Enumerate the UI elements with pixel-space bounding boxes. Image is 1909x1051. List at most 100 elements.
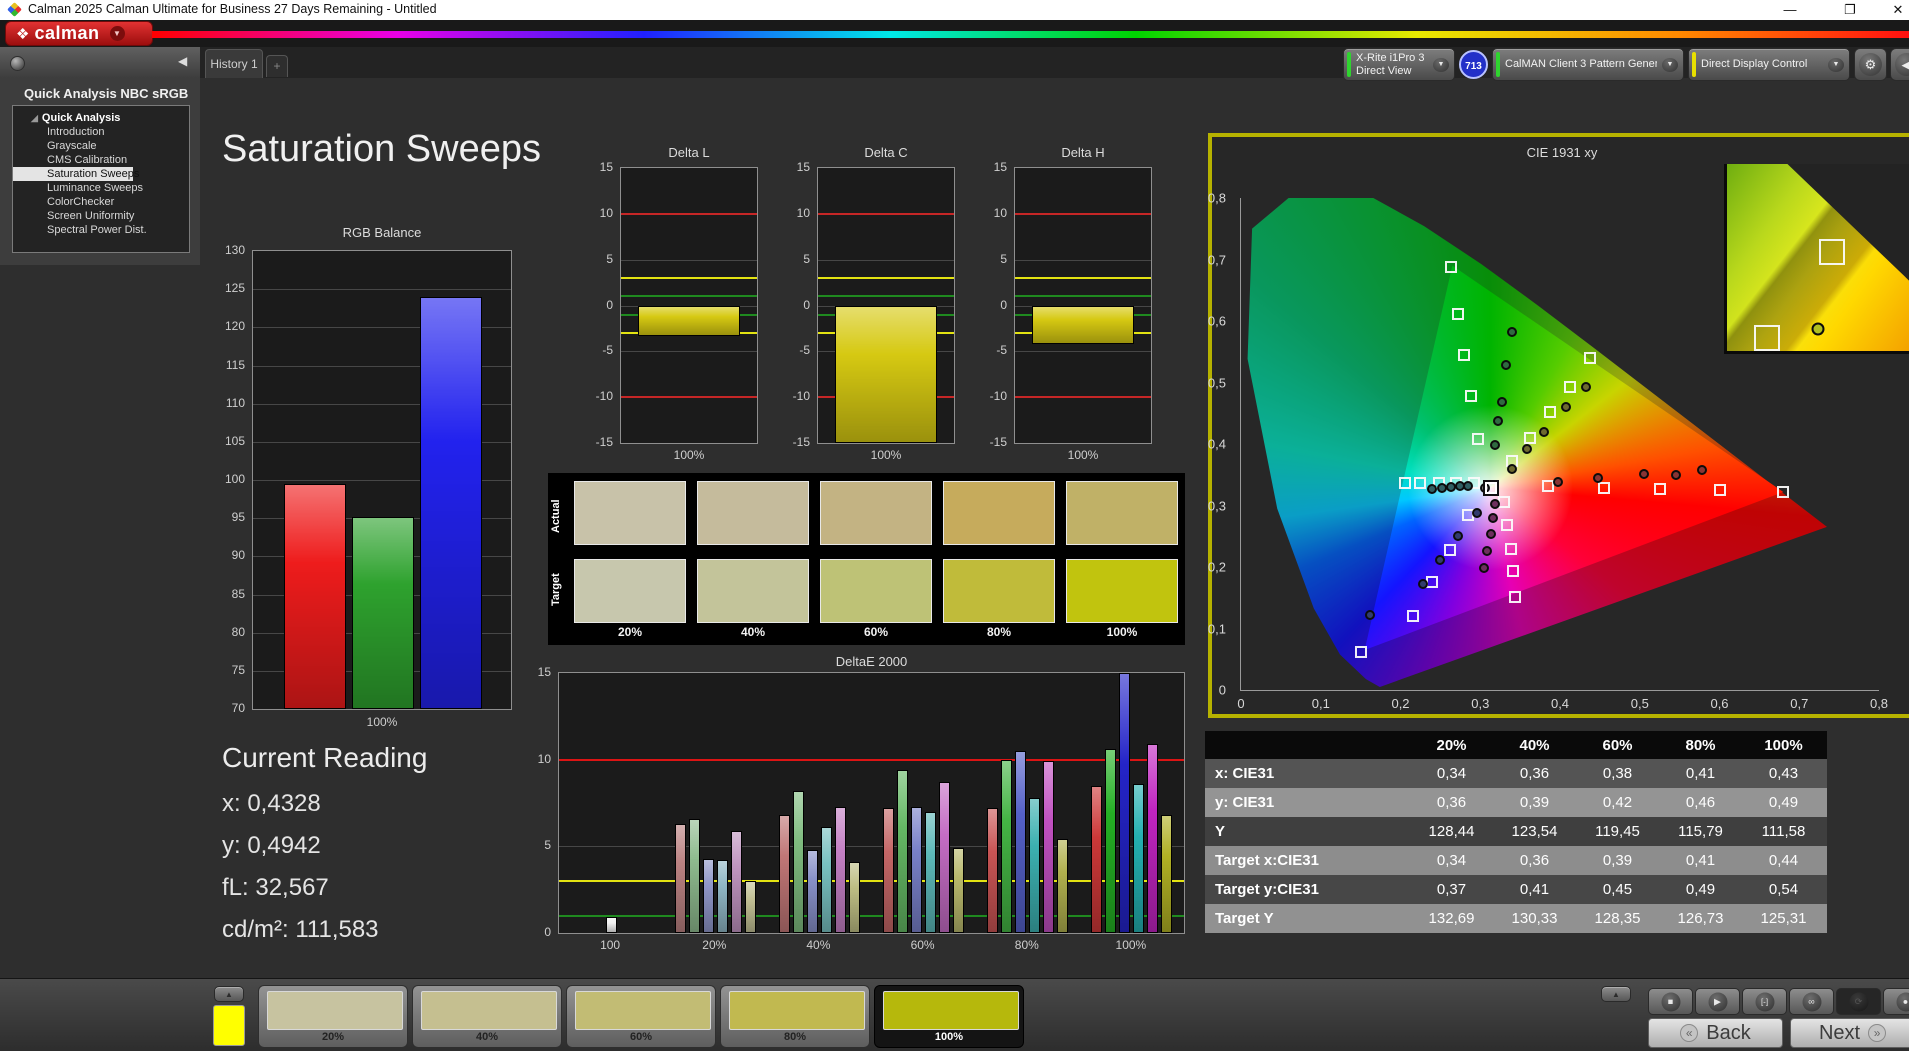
chart-bar — [745, 881, 756, 933]
play-button[interactable]: ▶ — [1695, 988, 1740, 1015]
cie-inset-target-marker — [1819, 239, 1845, 265]
sidebar-header: ◀ — [0, 47, 200, 78]
y-tick-label: 75 — [232, 663, 245, 677]
cie-y-tick-label: 0,1 — [1208, 621, 1226, 636]
chart-bar — [953, 848, 964, 933]
y-axis-labels: -15-10-5051015 — [578, 167, 618, 444]
settings-button[interactable]: ⚙ — [1854, 48, 1887, 81]
pattern-level-button-100%[interactable]: 100% — [874, 985, 1024, 1048]
chart-bar — [807, 850, 818, 933]
calman-menu-button[interactable]: ❖ calman ▼ — [5, 21, 153, 46]
reference-line — [559, 915, 1184, 917]
table-row-label: Target Y — [1205, 910, 1410, 927]
table-column-header: 20% — [1410, 737, 1493, 754]
close-button[interactable]: ✕ — [1878, 0, 1909, 20]
sidebar-item-cms-calibration[interactable]: CMS Calibration — [13, 153, 189, 167]
add-tab-button[interactable]: + — [266, 55, 288, 77]
sidebar-item-grayscale[interactable]: Grayscale — [13, 139, 189, 153]
pattern-level-button-20%[interactable]: 20% — [258, 985, 408, 1048]
cie-y-tick-label: 0,6 — [1208, 314, 1226, 329]
cie-target-marker-green — [1445, 261, 1457, 273]
single-measure-button[interactable]: [-] — [1742, 988, 1787, 1015]
sidebar-item-luminance-sweeps[interactable]: Luminance Sweeps — [13, 181, 189, 195]
actual-swatch-80% — [943, 481, 1055, 545]
deltae-group-label: 80% — [975, 938, 1079, 952]
y-axis-labels: -15-10-5051015 — [775, 167, 815, 444]
gridline — [621, 260, 757, 261]
display-control-dropdown[interactable]: Direct Display Control ▼ — [1688, 48, 1850, 81]
cie-y-tick-label: 0,7 — [1208, 252, 1226, 267]
panel-collapse-button[interactable]: ◀ — [1890, 48, 1909, 81]
table-cell: 0,41 — [1493, 881, 1576, 898]
workflow-radio-button[interactable] — [10, 56, 25, 71]
cie-target-marker-blue — [1407, 610, 1419, 622]
cie-target-marker-blue — [1426, 576, 1438, 588]
y-tick-label: 125 — [225, 281, 245, 295]
maximize-button[interactable]: ❐ — [1830, 0, 1870, 20]
meter-dropdown[interactable]: X-Rite i1Pro 3 Direct View ▼ — [1343, 48, 1455, 81]
meter-count-badge[interactable]: 713 — [1459, 50, 1488, 79]
x-axis-label: 100% — [1014, 448, 1152, 462]
logo-row: ❖ calman ▼ — [0, 20, 1909, 47]
back-button[interactable]: « Back — [1648, 1018, 1783, 1048]
minimize-button[interactable]: — — [1770, 0, 1810, 20]
cie-target-marker-yellow — [1584, 352, 1596, 364]
chart-bar — [703, 859, 714, 934]
stop-button[interactable]: ■ — [1648, 988, 1693, 1015]
read-button[interactable]: ● — [1883, 988, 1909, 1015]
patch-popup-button[interactable]: ▲ — [214, 986, 244, 1002]
cie-measured-marker-blue — [1418, 579, 1428, 589]
sidebar-item-colorchecker[interactable]: ColorChecker — [13, 195, 189, 209]
cie-y-tick-label: 0,3 — [1208, 498, 1226, 513]
chart-bar — [675, 824, 686, 933]
chart-bar — [1043, 761, 1054, 933]
reference-line — [1015, 213, 1151, 215]
cie-target-marker-blue — [1444, 544, 1456, 556]
reference-line — [818, 277, 954, 279]
cie-x-tick-label: 0,8 — [1870, 696, 1888, 711]
cie-target-marker-magenta — [1509, 591, 1521, 603]
calman-menu-chevron-icon: ▼ — [110, 26, 125, 41]
current-patch-swatch[interactable] — [213, 1005, 245, 1046]
cie-target-marker-cyan — [1399, 477, 1411, 489]
continuous-measure-button[interactable]: ∞ — [1789, 988, 1834, 1015]
pattern-level-swatch — [575, 991, 711, 1030]
sidebar-item-spectral-power-dist[interactable]: Spectral Power Dist. — [13, 223, 189, 237]
cie-target-marker-magenta — [1507, 565, 1519, 577]
sync-icon: ⟳ — [1849, 992, 1868, 1011]
table-cell: 0,39 — [1493, 794, 1576, 811]
sidebar-item-screen-uniformity[interactable]: Screen Uniformity — [13, 209, 189, 223]
page-title: Saturation Sweeps — [222, 128, 541, 171]
cie-measured-marker-cyan — [1427, 484, 1437, 494]
pattern-level-button-40%[interactable]: 40% — [412, 985, 562, 1048]
chart-bar — [793, 791, 804, 933]
pattern-generator-dropdown[interactable]: CalMAN Client 3 Pattern Generator ▼ — [1492, 48, 1684, 81]
cie-target-marker-magenta — [1501, 519, 1513, 531]
table-header-row: 20%40%60%80%100% — [1205, 731, 1827, 759]
table-cell: 130,33 — [1493, 910, 1576, 927]
sidebar-item-saturation-sweeps[interactable]: Saturation Sweeps — [13, 167, 133, 181]
next-button[interactable]: Next » — [1790, 1018, 1909, 1048]
table-row-label: y: CIE31 — [1205, 794, 1410, 811]
meter-name: X-Rite i1Pro 3 — [1356, 52, 1428, 65]
tab-history-1[interactable]: History 1 — [205, 49, 263, 78]
sidebar-collapse-icon[interactable]: ◀ — [178, 54, 187, 68]
cie-measured-marker-red — [1671, 470, 1681, 480]
reference-line — [621, 396, 757, 398]
cie-measured-marker-blue — [1453, 531, 1463, 541]
meter-status-stripe — [1347, 52, 1351, 77]
actual-swatch-20% — [574, 481, 686, 545]
sync-button[interactable]: ⟳ — [1836, 988, 1881, 1015]
cie-target-marker-blue — [1355, 646, 1367, 658]
current-reading-title: Current Reading — [222, 742, 427, 774]
sidebar-item-introduction[interactable]: Introduction — [13, 125, 189, 139]
pattern-level-button-60%[interactable]: 60% — [566, 985, 716, 1048]
pattern-popup-button[interactable]: ▲ — [1601, 986, 1631, 1002]
chart-bar — [1133, 784, 1144, 933]
pattern-level-button-80%[interactable]: 80% — [720, 985, 870, 1048]
tree-root[interactable]: ◢Quick Analysis — [13, 111, 189, 125]
table-row-label: Y — [1205, 823, 1410, 840]
read-icon: ● — [1896, 992, 1909, 1011]
display-control-chevron-icon: ▼ — [1828, 58, 1844, 72]
app-icon — [7, 2, 22, 17]
